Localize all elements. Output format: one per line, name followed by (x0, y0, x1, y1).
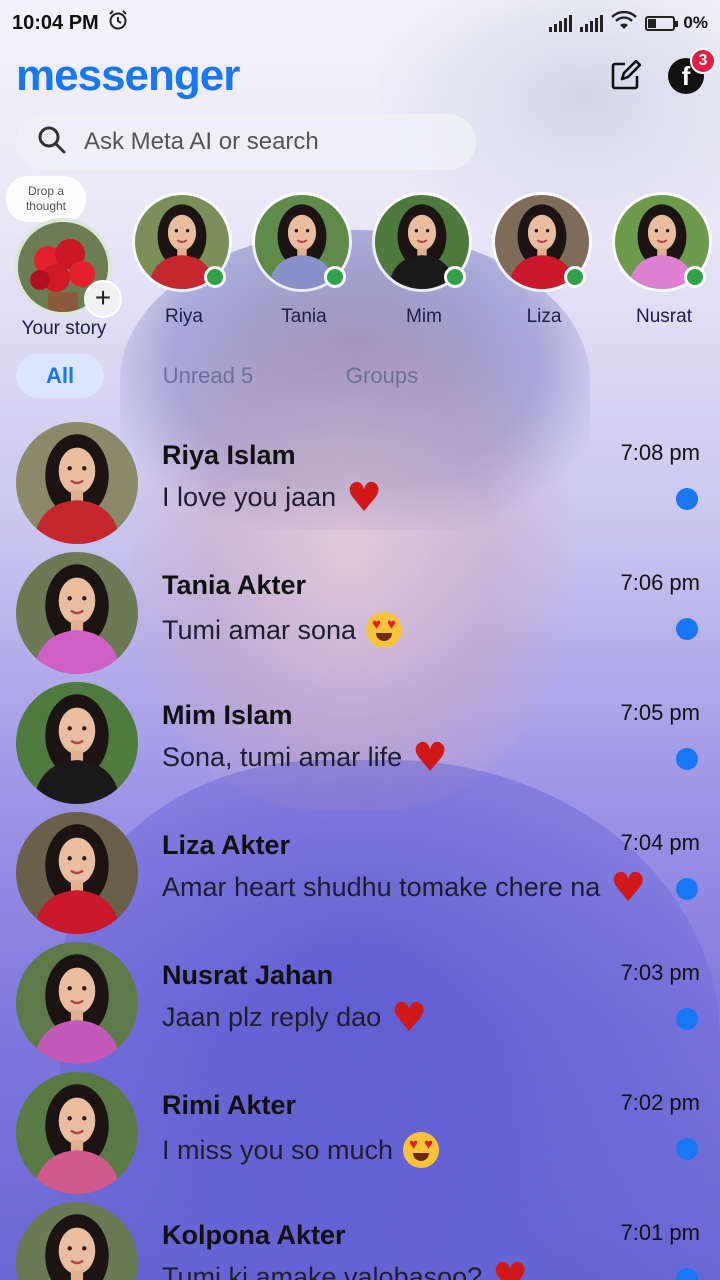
unread-indicator (676, 1138, 698, 1160)
battery-percent: 0% (683, 13, 708, 32)
story-tania[interactable]: Tania (252, 192, 356, 328)
chat-preview-text: I love you jaan (162, 482, 337, 512)
chat-time: 7:01 pm (620, 1220, 701, 1245)
your-story-label: Your story (21, 318, 107, 339)
chat-time: 7:06 pm (620, 570, 701, 595)
chat-time: 7:03 pm (620, 960, 701, 985)
story-liza[interactable]: Liza (492, 192, 596, 328)
chat-preview-text: Tumi ki amake valobasoo? (162, 1262, 483, 1280)
chat-time: 7:04 pm (620, 830, 701, 855)
chat-name: Nusrat Jahan (162, 960, 334, 990)
heart-eyes-emoji-icon (366, 612, 403, 648)
story-label: Nusrat (636, 306, 692, 327)
status-time: 10:04 PM (12, 11, 99, 34)
unread-indicator (676, 1268, 698, 1280)
status-bar: 10:04 PM 0% (0, 0, 720, 46)
avatar (16, 1202, 138, 1280)
heart-emoji-icon: ♥ (391, 994, 427, 1041)
unread-indicator (676, 488, 698, 510)
avatar (16, 942, 138, 1064)
stories-row: Drop a thought + Your story Riya Tania Mim… (0, 176, 720, 346)
chat-name: Liza Akter (162, 830, 291, 860)
chat-row[interactable]: Liza Akter Amar heart shudhu tomake chere… (0, 804, 720, 934)
tab-all[interactable]: All (16, 354, 104, 398)
heart-eyes-emoji-icon (403, 1132, 440, 1168)
online-status-dot (204, 266, 226, 288)
avatar (16, 812, 138, 934)
compose-button[interactable] (608, 59, 642, 93)
heart-emoji-icon: ♥ (346, 474, 382, 521)
avatar (16, 682, 138, 804)
messenger-logo: messenger (16, 51, 240, 100)
battery-icon (645, 15, 679, 31)
signal-icon (549, 14, 573, 32)
chat-preview-text: Amar heart shudhu tomake chere na (162, 872, 601, 902)
chat-preview-text: Sona, tumi amar life (162, 742, 403, 772)
chat-name: Mim Islam (162, 700, 293, 730)
chat-preview: Jaan plz reply dao ♥ (162, 994, 427, 1041)
story-label: Tania (281, 306, 327, 327)
chat-row[interactable]: Riya Islam I love you jaan ♥ 7:08 pm (0, 414, 720, 544)
chat-preview: Amar heart shudhu tomake chere na ♥ (162, 864, 647, 911)
chat-row[interactable]: Nusrat Jahan Jaan plz reply dao ♥ 7:03 pm (0, 934, 720, 1064)
chat-row[interactable]: Kolpona Akter Tumi ki amake valobasoo? ♥ 7:… (0, 1194, 720, 1280)
story-label: Riya (164, 306, 203, 327)
heart-emoji-icon: ♥ (492, 1254, 529, 1280)
online-status-dot (444, 266, 466, 288)
unread-indicator (676, 878, 698, 900)
chat-row[interactable]: Tania Akter Tumi amar sona 7:06 pm (0, 544, 720, 674)
unread-indicator (676, 618, 698, 640)
avatar (16, 1072, 138, 1194)
story-label: Liza (526, 306, 562, 327)
compose-icon (611, 60, 641, 90)
alarm-icon (107, 9, 129, 37)
tab-unread[interactable]: Unread 5 (148, 354, 268, 398)
chat-name: Kolpona Akter (162, 1220, 346, 1250)
app-header: messenger f 3 (0, 46, 720, 106)
story-mim[interactable]: Mim (372, 192, 476, 328)
story-riya[interactable]: Riya (132, 192, 236, 328)
chat-preview-text: Tumi amar sona (162, 614, 357, 645)
search-bar[interactable] (16, 114, 476, 170)
chat-name: Riya Islam (162, 440, 296, 470)
avatar (16, 552, 138, 674)
tab-groups[interactable]: Groups (330, 354, 434, 398)
chat-row[interactable]: Rimi Akter I miss you so much 7:02 pm (0, 1064, 720, 1194)
avatar (16, 422, 138, 544)
chat-preview: I love you jaan ♥ (162, 474, 382, 521)
chat-name: Tania Akter (162, 570, 307, 600)
online-status-dot (324, 266, 346, 288)
notification-badge: 3 (690, 48, 716, 74)
chat-preview: I miss you so much (162, 1132, 440, 1168)
add-story-button[interactable]: + (84, 280, 122, 318)
signal-icon-2 (580, 14, 604, 32)
chat-preview-text: I miss you so much (162, 1134, 394, 1165)
online-status-dot (684, 266, 706, 288)
chat-time: 7:02 pm (620, 1090, 701, 1115)
unread-indicator (676, 1008, 698, 1030)
wifi-icon (611, 10, 638, 36)
heart-emoji-icon: ♥ (610, 864, 647, 911)
chat-preview-text: Jaan plz reply dao (162, 1002, 382, 1032)
chat-row[interactable]: Mim Islam Sona, tumi amar life ♥ 7:05 pm (0, 674, 720, 804)
chat-name: Rimi Akter (162, 1090, 297, 1120)
facebook-button[interactable]: f 3 (668, 48, 716, 94)
chat-time: 7:05 pm (620, 700, 701, 725)
search-icon (36, 124, 68, 161)
story-label: Mim (406, 306, 442, 327)
online-status-dot (564, 266, 586, 288)
drop-thought-bubble[interactable]: Drop a thought (6, 176, 86, 222)
heart-emoji-icon: ♥ (412, 734, 448, 781)
your-story[interactable]: Drop a thought + Your story (0, 176, 128, 346)
chat-preview: Sona, tumi amar life ♥ (162, 734, 448, 781)
chat-time: 7:08 pm (620, 440, 701, 465)
chat-preview: Tumi amar sona (162, 612, 403, 648)
chat-preview: Tumi ki amake valobasoo? ♥ (162, 1254, 529, 1280)
search-input[interactable] (84, 128, 424, 156)
unread-indicator (676, 748, 698, 770)
filter-tabs: All Unread 5 Groups (0, 350, 720, 402)
story-nusrat[interactable]: Nusrat (612, 192, 716, 328)
